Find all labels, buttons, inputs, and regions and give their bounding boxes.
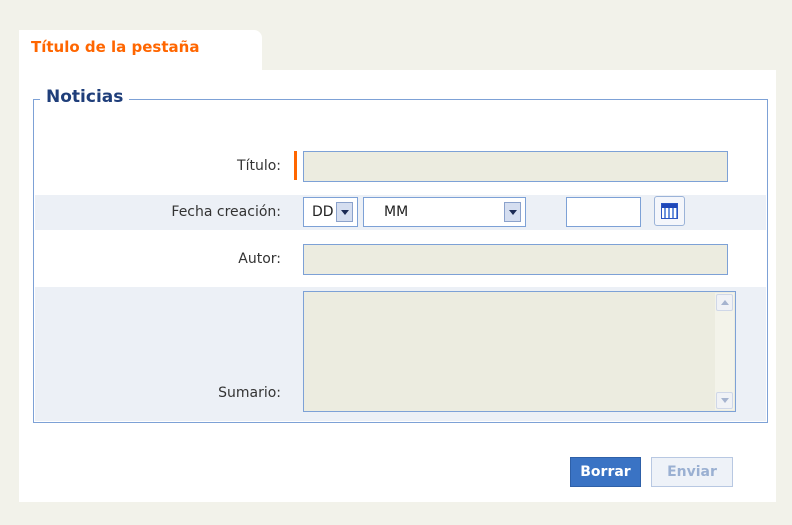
row-fecha: Fecha creación: DD MM: [35, 195, 766, 230]
titulo-input[interactable]: [303, 151, 728, 182]
autor-input[interactable]: [303, 244, 728, 275]
day-select[interactable]: DD: [303, 197, 358, 227]
autor-label: Autor:: [238, 251, 281, 267]
year-input[interactable]: [566, 197, 641, 227]
calendar-icon: [661, 203, 678, 219]
required-marker: [294, 151, 297, 180]
month-select-value: MM: [384, 204, 409, 220]
fecha-label: Fecha creación:: [171, 204, 281, 220]
tab-title: Título de la pestaña: [31, 38, 200, 56]
sumario-textarea[interactable]: [303, 291, 736, 412]
borrar-button[interactable]: Borrar: [570, 457, 641, 487]
scroll-down-icon[interactable]: [716, 392, 733, 409]
chevron-down-icon[interactable]: [504, 202, 521, 222]
day-select-value: DD: [312, 204, 334, 220]
enviar-button[interactable]: Enviar: [651, 457, 733, 487]
noticias-fieldset: Noticias Título: Fecha creación: DD MM A…: [33, 87, 768, 423]
row-titulo: Título:: [35, 150, 766, 184]
calendar-button[interactable]: [654, 196, 685, 226]
scroll-up-icon[interactable]: [716, 294, 733, 311]
titulo-label: Título:: [237, 158, 281, 174]
tab[interactable]: Título de la pestaña: [19, 30, 262, 70]
sumario-label: Sumario:: [218, 385, 281, 401]
scrollbar[interactable]: [715, 293, 734, 410]
chevron-down-icon[interactable]: [336, 202, 353, 222]
month-select[interactable]: MM: [363, 197, 526, 227]
form-panel: Noticias Título: Fecha creación: DD MM A…: [19, 70, 776, 502]
fieldset-legend: Noticias: [40, 87, 130, 107]
row-autor: Autor:: [35, 243, 766, 278]
row-sumario: Sumario:: [35, 287, 766, 421]
